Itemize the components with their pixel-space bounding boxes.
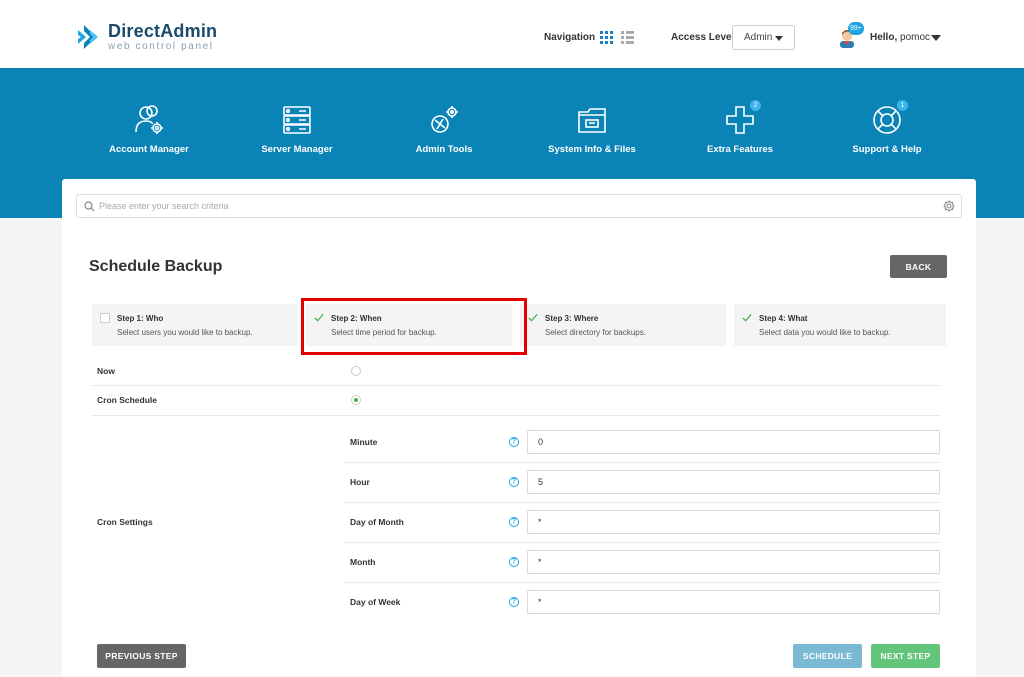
grid-view-icon[interactable]: [600, 31, 613, 44]
step-highlight-box: [301, 298, 527, 355]
step-title: Step 3: Where: [545, 314, 599, 323]
cron-schedule-radio[interactable]: [351, 395, 361, 405]
content-panel: Schedule Backup BACK Step 1: Who Select …: [62, 179, 976, 677]
divider: [344, 502, 940, 503]
user-greeting[interactable]: Hello, pomoc: [870, 32, 930, 43]
day-of-week-label: Day of Week: [350, 597, 401, 607]
cron-schedule-label: Cron Schedule: [97, 395, 157, 405]
next-step-button[interactable]: NEXT STEP: [871, 644, 940, 668]
logo[interactable]: DirectAdmin web control panel: [76, 22, 217, 52]
step-where[interactable]: Step 3: Where Select directory for backu…: [520, 304, 726, 346]
support-help-badge: 1: [897, 100, 908, 111]
month-label: Month: [350, 557, 376, 567]
menu-item-label: Admin Tools: [415, 144, 473, 155]
divider: [344, 542, 940, 543]
month-field[interactable]: [527, 550, 940, 574]
menu-item-label: Extra Features: [706, 144, 773, 155]
checkmark-icon: [742, 313, 752, 322]
navigation-label: Navigation: [544, 32, 596, 43]
cron-settings-label: Cron Settings: [97, 517, 153, 527]
day-of-week-field[interactable]: [527, 590, 940, 614]
now-label: Now: [97, 366, 115, 376]
help-icon[interactable]: ?: [509, 597, 519, 607]
menu-item-admin-tools[interactable]: Admin Tools: [374, 104, 514, 155]
step-title: Step 4: What: [759, 314, 808, 323]
step-description: Select data you would like to backup.: [759, 328, 891, 337]
username: pomoc: [900, 32, 931, 43]
hour-label: Hour: [350, 477, 370, 487]
back-button[interactable]: BACK: [890, 255, 947, 278]
menu-item-server-manager[interactable]: Server Manager: [227, 104, 367, 155]
access-level-select[interactable]: Admin: [732, 25, 795, 50]
logo-subtitle: web control panel: [108, 41, 214, 52]
divider: [344, 462, 940, 463]
menu-item-label: Account Manager: [109, 144, 189, 155]
menu-item-label: Server Manager: [261, 144, 333, 155]
users-gear-icon: [135, 105, 163, 134]
schedule-button[interactable]: SCHEDULE: [793, 644, 862, 668]
access-level-label: Access Level: [671, 32, 735, 43]
minute-label: Minute: [350, 437, 378, 447]
notification-badge: 99+: [848, 22, 864, 35]
logo-title: DirectAdmin: [108, 21, 218, 41]
unchecked-box-icon: [100, 313, 110, 323]
help-icon[interactable]: ?: [509, 517, 519, 527]
menu-item-extra-features[interactable]: 2 Extra Features: [670, 100, 810, 155]
step-description: Select directory for backups.: [545, 328, 646, 337]
top-bar: DirectAdmin web control panel Navigation…: [0, 0, 1024, 68]
divider: [92, 385, 940, 386]
extra-features-badge: 2: [750, 100, 761, 111]
day-of-month-label: Day of Month: [350, 517, 404, 527]
minute-field[interactable]: [527, 430, 940, 454]
help-icon[interactable]: ?: [509, 557, 519, 567]
divider: [92, 415, 940, 416]
search-input[interactable]: [99, 195, 929, 217]
now-radio[interactable]: [351, 366, 361, 376]
tools-icon: [431, 106, 458, 133]
search-icon: [84, 201, 95, 212]
checkmark-icon: [528, 313, 538, 322]
chevron-down-icon: [775, 36, 783, 41]
list-view-icon[interactable]: [621, 31, 634, 44]
hour-field[interactable]: [527, 470, 940, 494]
search-bar: [76, 194, 962, 218]
day-of-month-field[interactable]: [527, 510, 940, 534]
previous-step-button[interactable]: PREVIOUS STEP: [97, 644, 186, 668]
help-icon[interactable]: ?: [509, 437, 519, 447]
menu-item-system-info-files[interactable]: System Info & Files: [522, 104, 662, 155]
menu-item-label: System Info & Files: [548, 144, 636, 155]
step-who[interactable]: Step 1: Who Select users you would like …: [92, 304, 298, 346]
user-menu-caret-icon[interactable]: [931, 35, 941, 41]
directadmin-logo-icon: [78, 25, 98, 49]
step-title: Step 1: Who: [117, 314, 164, 323]
menu-item-label: Support & Help: [852, 144, 922, 155]
access-level-value: Admin: [744, 32, 773, 43]
menu-item-account-manager[interactable]: Account Manager: [79, 104, 219, 155]
step-description: Select users you would like to backup.: [117, 328, 253, 337]
step-what[interactable]: Step 4: What Select data you would like …: [734, 304, 946, 346]
page-title: Schedule Backup: [89, 258, 223, 275]
server-icon: [283, 106, 311, 134]
gear-icon[interactable]: [943, 200, 955, 212]
folder-icon: [578, 108, 606, 133]
help-icon[interactable]: ?: [509, 477, 519, 487]
divider: [344, 582, 940, 583]
menu-item-support-help[interactable]: 1 Support & Help: [817, 100, 957, 155]
hello-label: Hello,: [870, 32, 898, 43]
